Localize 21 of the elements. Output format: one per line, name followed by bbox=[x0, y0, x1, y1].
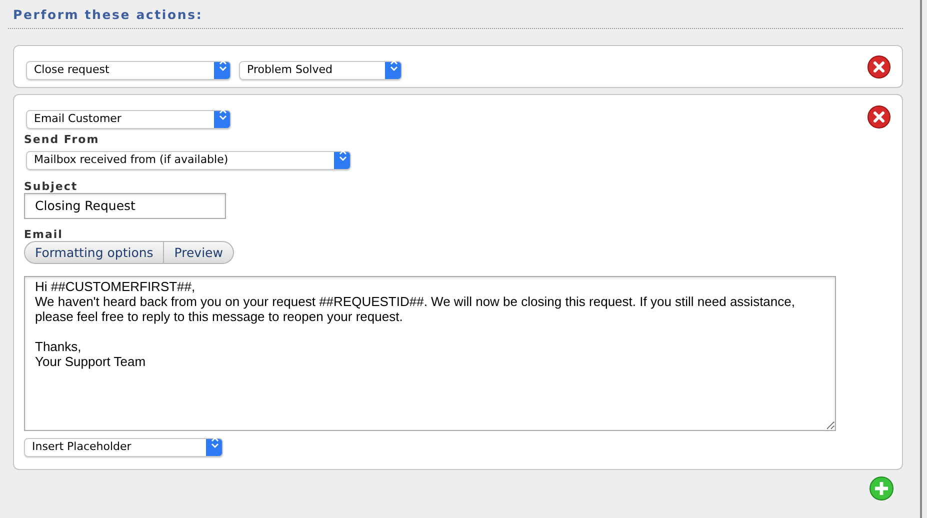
editor-tab[interactable]: Formatting options bbox=[24, 241, 164, 264]
action-select[interactable]: Email Customer bbox=[26, 110, 231, 128]
action-select[interactable]: Problem Solved bbox=[239, 60, 402, 80]
subject-field[interactable]: Closing Request bbox=[24, 192, 226, 220]
stepper-icon bbox=[339, 150, 347, 161]
stepper-icon bbox=[390, 60, 398, 71]
action-select[interactable]: Close request bbox=[26, 60, 231, 80]
remove-icon[interactable] bbox=[867, 104, 891, 129]
mailbox-select[interactable]: Mailbox received from (if available) bbox=[26, 150, 351, 170]
add-icon[interactable] bbox=[869, 476, 894, 501]
editor-tab[interactable]: Preview bbox=[164, 241, 234, 264]
remove-icon[interactable] bbox=[867, 54, 891, 79]
stepper-icon bbox=[219, 60, 227, 71]
email-body-field[interactable]: Hi ##CUSTOMERFIRST##, We haven't heard back from you on your request ##REQUESTID##. We will now be closing this request. If you still need assistance, please feel free to reply to this message to reopen your request. Thanks, Your Support Team bbox=[24, 276, 836, 431]
field-label: Email bbox=[24, 228, 64, 242]
field-label: Subject bbox=[24, 180, 79, 193]
stepper-icon bbox=[219, 108, 227, 120]
stepper-icon bbox=[211, 436, 219, 448]
field-label: Send From bbox=[24, 132, 100, 146]
section-heading: Perform these actions: bbox=[8, 6, 903, 29]
placeholder-select[interactable]: Insert Placeholder bbox=[24, 438, 223, 456]
